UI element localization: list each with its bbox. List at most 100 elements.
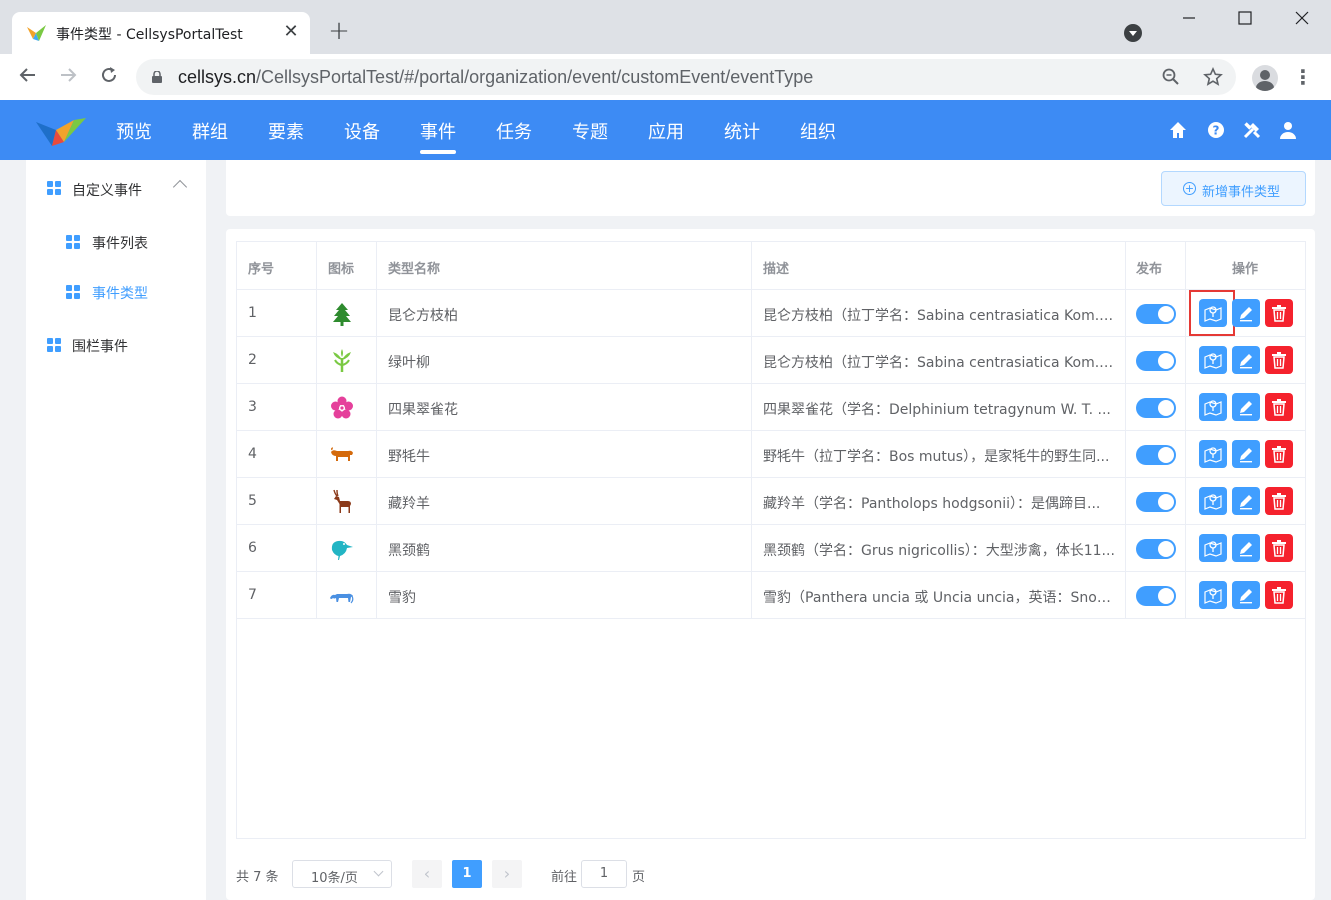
- menu-preview[interactable]: 预览: [116, 118, 152, 144]
- map-location-button[interactable]: [1199, 487, 1227, 515]
- edit-button[interactable]: [1232, 440, 1260, 468]
- publish-toggle[interactable]: [1136, 539, 1176, 559]
- tab-close-icon[interactable]: ✕: [280, 21, 302, 43]
- bookmark-star-icon[interactable]: [1202, 67, 1224, 89]
- sidebar: [26, 160, 206, 900]
- sidebar-item-event-list[interactable]: 事件列表: [92, 233, 148, 253]
- menu-tasks[interactable]: 任务: [496, 118, 532, 144]
- publish-toggle[interactable]: [1136, 586, 1176, 606]
- browser-tab[interactable]: 事件类型 - CellsysPortalTest ✕: [12, 12, 310, 54]
- delete-button[interactable]: [1265, 581, 1293, 609]
- edit-button[interactable]: [1232, 534, 1260, 562]
- map-location-button[interactable]: [1199, 440, 1227, 468]
- cell-description: 野牦牛（拉丁学名：Bos mutus），是家牦牛的野生同...: [763, 449, 1110, 465]
- map-pin-icon: [1204, 541, 1222, 557]
- trash-icon: [1272, 540, 1286, 557]
- cell-name: 昆仑方枝柏: [388, 308, 458, 324]
- menu-groups[interactable]: 群组: [192, 118, 228, 144]
- zoom-icon[interactable]: [1160, 67, 1182, 89]
- edit-button[interactable]: [1232, 487, 1260, 515]
- table-row: 4 野牦牛 野牦牛（拉丁学名：Bos mutus），是家牦牛的野生同...: [237, 431, 1305, 478]
- map-pin-icon: [1204, 588, 1222, 604]
- goto-page-input[interactable]: 1: [581, 860, 627, 888]
- menu-topics[interactable]: 专题: [572, 118, 608, 144]
- delete-button[interactable]: [1265, 393, 1293, 421]
- tree-icon: [333, 303, 351, 326]
- trash-icon: [1272, 399, 1286, 416]
- browser-tab-strip: 事件类型 - CellsysPortalTest ✕ +: [0, 0, 1331, 54]
- app-favicon-icon: [27, 25, 46, 41]
- cell-name: 藏羚羊: [388, 496, 430, 512]
- address-bar[interactable]: cellsys.cn/CellsysPortalTest/#/portal/or…: [136, 59, 1236, 95]
- delete-button[interactable]: [1265, 440, 1293, 468]
- browser-menu-icon[interactable]: ⋮: [1293, 65, 1313, 89]
- help-icon[interactable]: ?: [1206, 120, 1226, 140]
- menu-features[interactable]: 要素: [268, 118, 304, 144]
- new-tab-button[interactable]: +: [326, 18, 352, 44]
- edit-button[interactable]: [1232, 581, 1260, 609]
- map-pin-icon: [1204, 447, 1222, 463]
- goto-label: 前往: [551, 870, 578, 885]
- prev-page-button[interactable]: ‹: [412, 860, 442, 888]
- yak-icon: [331, 447, 353, 461]
- profile-avatar-icon[interactable]: [1252, 65, 1278, 91]
- reload-icon[interactable]: [97, 65, 121, 89]
- delete-button[interactable]: [1265, 346, 1293, 374]
- edit-button[interactable]: [1232, 393, 1260, 421]
- delete-button[interactable]: [1265, 299, 1293, 327]
- map-location-button[interactable]: [1199, 581, 1227, 609]
- delete-button[interactable]: [1265, 534, 1293, 562]
- minimize-icon[interactable]: [1177, 8, 1201, 32]
- home-icon[interactable]: [1168, 120, 1188, 140]
- menu-apps[interactable]: 应用: [648, 118, 684, 144]
- next-page-button[interactable]: ›: [492, 860, 522, 888]
- cell-name: 雪豹: [388, 590, 416, 606]
- map-location-button[interactable]: [1199, 299, 1227, 327]
- page-number-current[interactable]: 1: [452, 860, 482, 888]
- publish-toggle[interactable]: [1136, 398, 1176, 418]
- delete-button[interactable]: [1265, 487, 1293, 515]
- cell-name: 黑颈鹤: [388, 543, 430, 559]
- tools-icon[interactable]: [1242, 120, 1262, 140]
- sidebar-group-custom-events[interactable]: 自定义事件: [72, 180, 142, 200]
- menu-devices[interactable]: 设备: [344, 118, 380, 144]
- forward-icon[interactable]: [56, 65, 80, 89]
- publish-toggle[interactable]: [1136, 304, 1176, 324]
- pagination-total: 共 7 条: [236, 870, 279, 885]
- antelope-icon: [333, 489, 351, 513]
- cell-index: 6: [248, 540, 257, 556]
- pencil-icon: [1240, 401, 1252, 416]
- page-size-select[interactable]: 10条/页: [292, 860, 392, 888]
- close-window-icon[interactable]: [1290, 8, 1314, 32]
- table-row: 1 昆仑方枝柏 昆仑方枝柏（拉丁学名：Sabina centrasiatica …: [237, 290, 1305, 337]
- publish-toggle[interactable]: [1136, 445, 1176, 465]
- crane-icon: [331, 540, 353, 560]
- user-icon[interactable]: [1278, 120, 1298, 140]
- sidebar-item-event-type[interactable]: 事件类型: [92, 283, 148, 303]
- map-location-button[interactable]: [1199, 534, 1227, 562]
- app-logo-icon: [36, 118, 86, 146]
- publish-toggle[interactable]: [1136, 492, 1176, 512]
- add-event-type-button[interactable]: + 新增事件类型: [1161, 171, 1306, 206]
- header-icon: 图标: [328, 262, 355, 277]
- publish-toggle[interactable]: [1136, 351, 1176, 371]
- grid-icon: [47, 338, 61, 352]
- map-location-button[interactable]: [1199, 393, 1227, 421]
- cell-index: 7: [248, 587, 257, 603]
- edit-button[interactable]: [1232, 346, 1260, 374]
- add-event-type-label: 新增事件类型: [1202, 185, 1281, 200]
- sidebar-group-fence-events[interactable]: 围栏事件: [72, 336, 128, 356]
- back-icon[interactable]: [16, 65, 40, 89]
- cell-description: 昆仑方枝柏（拉丁学名：Sabina centrasiatica Kom.）...: [763, 308, 1115, 324]
- cell-description: 黑颈鹤（学名：Grus nigricollis）：大型涉禽，体长11...: [763, 543, 1115, 559]
- table-row: 6 黑颈鹤 黑颈鹤（学名：Grus nigricollis）：大型涉禽，体长11…: [237, 525, 1305, 572]
- header-publish: 发布: [1136, 262, 1163, 277]
- tab-search-icon[interactable]: [1124, 24, 1142, 42]
- map-location-button[interactable]: [1199, 346, 1227, 374]
- menu-stats[interactable]: 统计: [724, 118, 760, 144]
- edit-button[interactable]: [1232, 299, 1260, 327]
- menu-events[interactable]: 事件: [420, 118, 456, 154]
- table-row: 7 雪豹 雪豹（Panthera uncia 或 Uncia uncia，英语：…: [237, 572, 1305, 619]
- menu-organization[interactable]: 组织: [800, 118, 836, 144]
- maximize-icon[interactable]: [1233, 8, 1257, 32]
